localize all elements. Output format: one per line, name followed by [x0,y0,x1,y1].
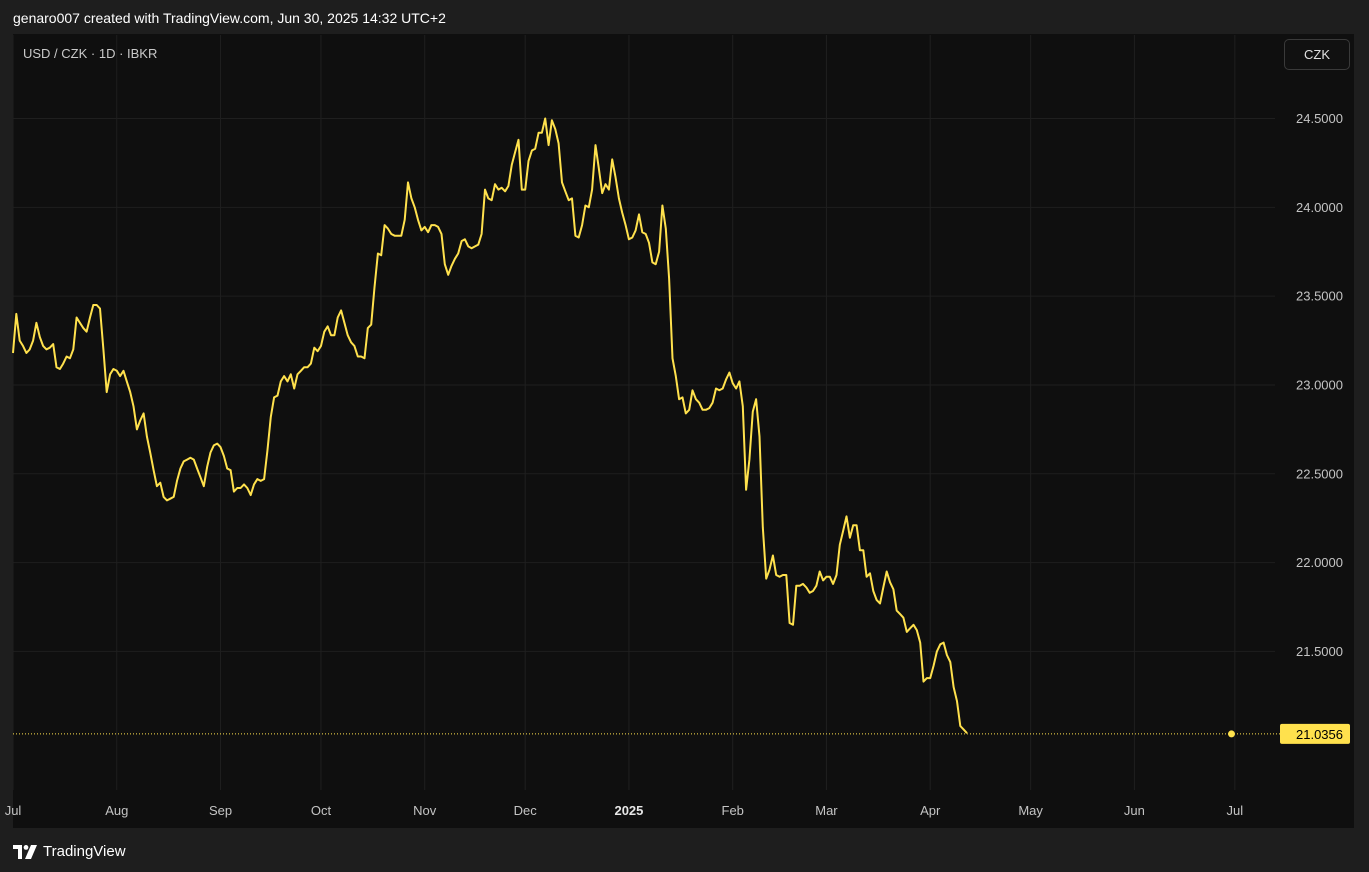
x-tick-label: Apr [920,803,941,818]
x-tick-label: 2025 [614,803,643,818]
last-price-tag: 21.0356 [1280,723,1350,744]
y-tick-label: 21.5000 [1296,644,1343,659]
y-tick-label: 24.0000 [1296,200,1343,215]
y-axis: 24.5000 24.0000 23.5000 23.0000 22.5000 22.00… [1296,111,1343,659]
y-tick-label: 22.0000 [1296,555,1343,570]
x-tick-label: Jul [5,803,22,818]
x-tick-label: Jul [1227,803,1244,818]
y-tick-label: 23.0000 [1296,377,1343,392]
tradingview-brand-label: TradingView [43,843,126,860]
tradingview-brand[interactable]: TradingView [13,843,126,860]
x-tick-label: Feb [722,803,744,818]
price-series-line [12,117,968,734]
y-tick-label: 23.5000 [1296,289,1343,304]
last-price-label: 21.0356 [1296,727,1343,742]
grid-lines [12,35,1275,790]
x-tick-label: Mar [815,803,838,818]
x-tick-label: Nov [413,803,437,818]
y-tick-label: 22.5000 [1296,466,1343,481]
symbol-info: USD / CZK · 1D · IBKR [23,46,158,61]
x-tick-label: Aug [105,803,128,818]
currency-button[interactable]: CZK [1284,39,1350,70]
x-tick-label: Jun [1124,803,1145,818]
y-tick-label: 24.5000 [1296,111,1343,126]
x-axis: Jul Aug Sep Oct Nov Dec 2025 Feb Mar Apr May Jun Jul [5,803,1244,818]
x-tick-label: Sep [209,803,232,818]
tradingview-logo-icon [13,844,37,859]
x-tick-label: Dec [514,803,538,818]
last-price-dot [1227,730,1235,738]
x-tick-label: May [1018,803,1043,818]
price-chart[interactable]: 24.5000 24.0000 23.5000 23.0000 22.5000 22.00… [0,0,1369,872]
x-tick-label: Oct [311,803,332,818]
